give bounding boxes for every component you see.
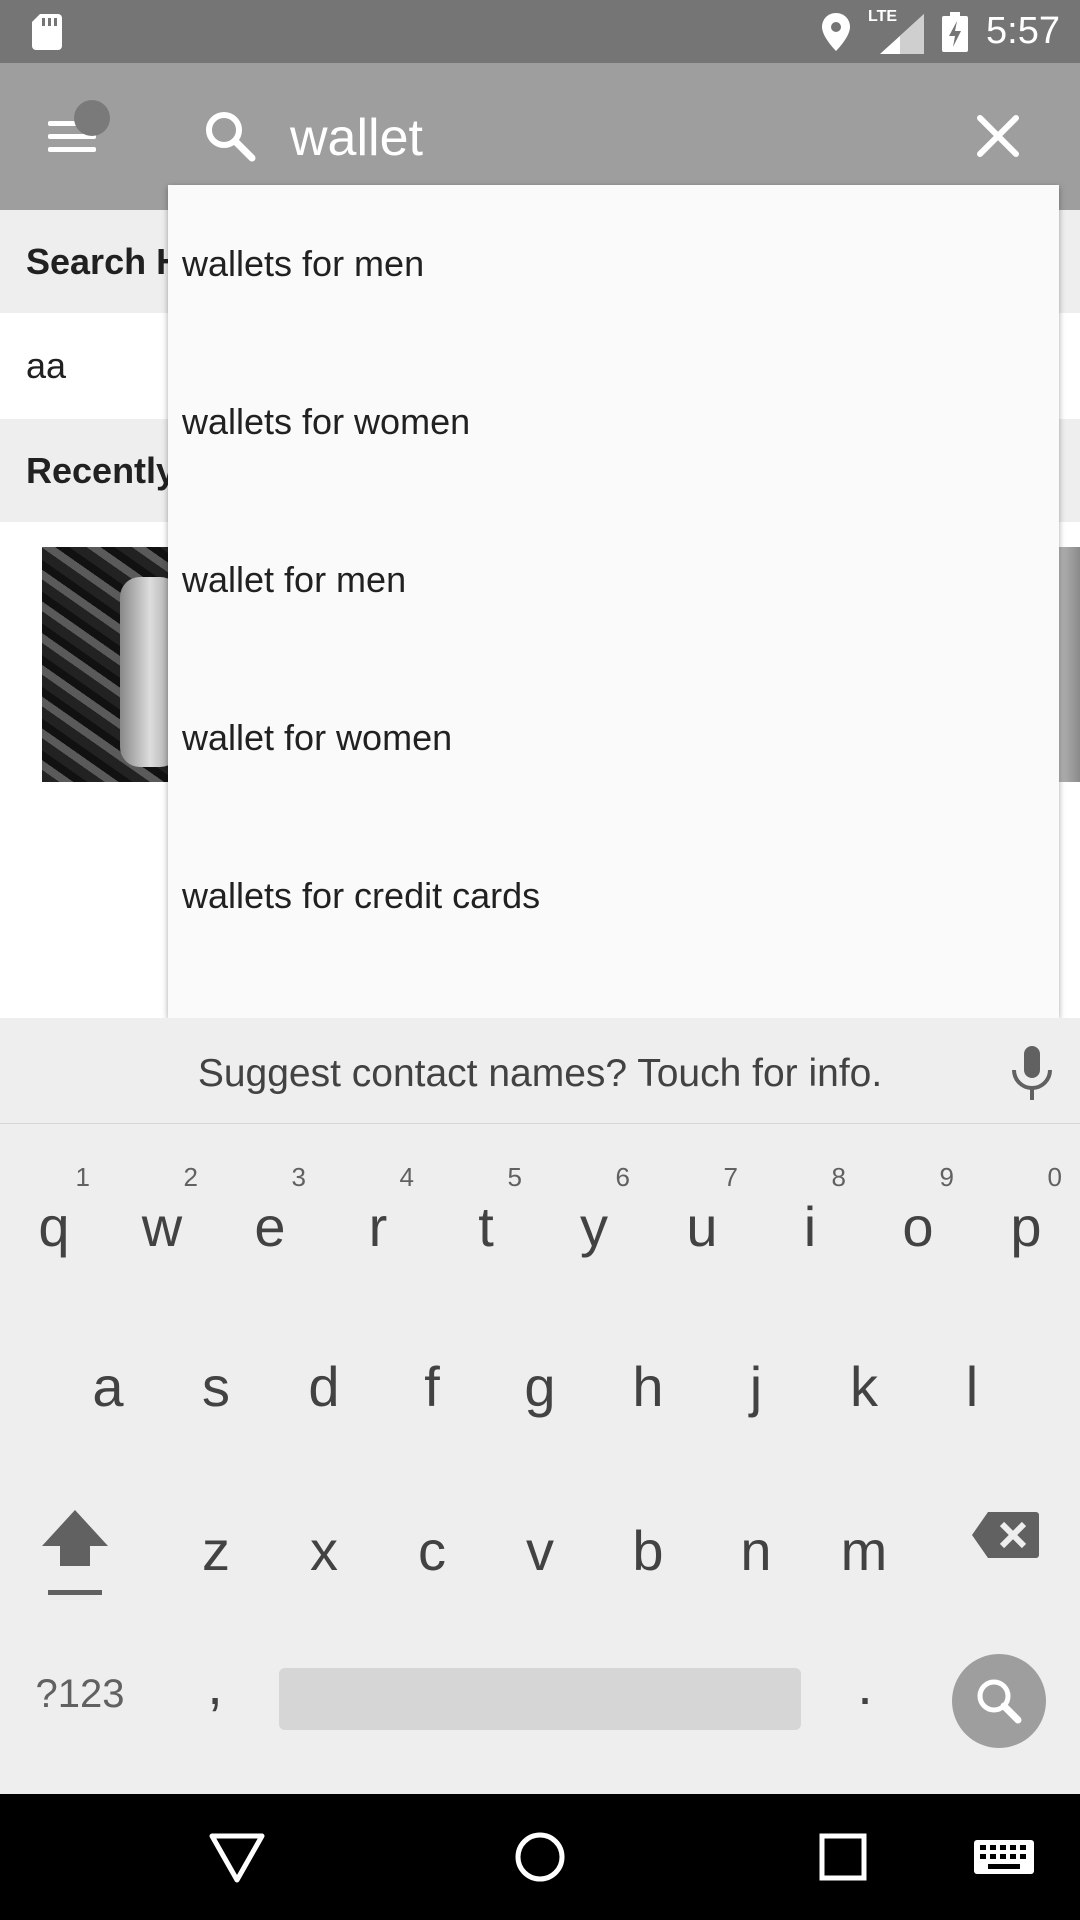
shift-icon[interactable]	[40, 1504, 110, 1604]
key-period[interactable]: .	[840, 1652, 890, 1717]
key-r[interactable]: 4r	[324, 1162, 432, 1266]
key-z[interactable]: z	[162, 1490, 270, 1590]
space-key[interactable]	[279, 1668, 801, 1730]
symbols-key[interactable]: ?123	[20, 1672, 140, 1717]
recent-product-thumbnail[interactable]	[1056, 547, 1080, 782]
location-icon	[822, 12, 851, 51]
suggestions-dropdown: wallets for men wallets for women wallet…	[168, 185, 1059, 1018]
search-icon	[977, 1679, 1022, 1724]
key-m[interactable]: m	[810, 1490, 918, 1590]
key-q[interactable]: 1q	[0, 1162, 108, 1266]
network-type-label: LTE	[868, 7, 898, 25]
suggestion-item[interactable]: wallet for women	[168, 659, 1059, 817]
recents-icon[interactable]	[810, 1824, 876, 1890]
close-icon[interactable]	[970, 108, 1026, 164]
key-comma[interactable]: ,	[190, 1652, 240, 1717]
recent-product-thumbnail[interactable]	[42, 547, 172, 782]
navigation-bar	[0, 1794, 1080, 1920]
key-i[interactable]: 8i	[756, 1162, 864, 1266]
key-d[interactable]: d	[270, 1326, 378, 1426]
backspace-icon[interactable]	[970, 1510, 1040, 1560]
suggestion-item[interactable]: wallet for men	[168, 501, 1059, 659]
keyboard-icon[interactable]	[968, 1824, 1040, 1890]
suggestion-item[interactable]: wallets for credit cards	[168, 817, 1059, 975]
notification-dot	[74, 100, 110, 136]
key-k[interactable]: k	[810, 1326, 918, 1426]
suggestion-strip-text: Suggest contact names? Touch for info.	[197, 1052, 883, 1095]
key-w[interactable]: 2w	[108, 1162, 216, 1266]
key-j[interactable]: j	[702, 1326, 810, 1426]
key-g[interactable]: g	[486, 1326, 594, 1426]
key-v[interactable]: v	[486, 1490, 594, 1590]
signal-icon: LTE	[868, 7, 925, 54]
keyboard-suggestion-strip[interactable]: Suggest contact names? Touch for info.	[0, 1018, 1080, 1124]
search-icon	[206, 112, 256, 162]
key-l[interactable]: l	[918, 1326, 1026, 1426]
battery-charging-icon	[942, 11, 969, 52]
keyboard-search-button[interactable]	[952, 1654, 1046, 1748]
key-t[interactable]: 5t	[432, 1162, 540, 1266]
key-e[interactable]: 3e	[216, 1162, 324, 1266]
key-s[interactable]: s	[162, 1326, 270, 1426]
key-p[interactable]: 0p	[972, 1162, 1080, 1266]
key-h[interactable]: h	[594, 1326, 702, 1426]
sd-card-icon	[32, 14, 62, 50]
key-u[interactable]: 7u	[648, 1162, 756, 1266]
key-o[interactable]: 9o	[864, 1162, 972, 1266]
key-y[interactable]: 6y	[540, 1162, 648, 1266]
key-n[interactable]: n	[702, 1490, 810, 1590]
key-f[interactable]: f	[378, 1326, 486, 1426]
suggestion-item[interactable]: wallets for women	[168, 343, 1059, 501]
status-bar: LTE 5:57	[0, 0, 1080, 63]
back-icon[interactable]	[204, 1824, 270, 1890]
search-input[interactable]	[290, 98, 950, 178]
microphone-icon[interactable]	[1010, 1046, 1054, 1102]
key-c[interactable]: c	[378, 1490, 486, 1590]
clock: 5:57	[986, 10, 1060, 52]
key-b[interactable]: b	[594, 1490, 702, 1590]
home-icon[interactable]	[507, 1824, 573, 1890]
key-x[interactable]: x	[270, 1490, 378, 1590]
keyboard: 1q 2w 3e 4r 5t 6y 7u 8i 9o 0p a s d f g …	[0, 1124, 1080, 1794]
suggestion-item[interactable]: wallets for men	[168, 185, 1059, 343]
key-a[interactable]: a	[54, 1326, 162, 1426]
